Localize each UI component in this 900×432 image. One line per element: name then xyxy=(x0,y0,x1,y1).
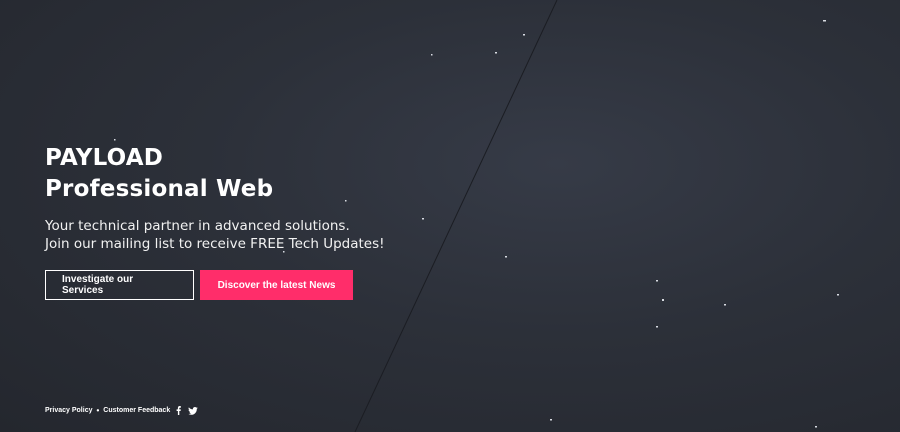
privacy-policy-link[interactable]: Privacy Policy xyxy=(45,407,92,414)
hero-subtitle-line1: Your technical partner in advanced solut… xyxy=(45,218,350,234)
hero-title: PAYLOAD Professional Web xyxy=(45,143,465,205)
twitter-icon[interactable] xyxy=(188,406,199,415)
footer-separator: • xyxy=(96,406,100,415)
footer: Privacy Policy • Customer Feedback xyxy=(45,406,199,415)
investigate-services-button[interactable]: Investigate our Services xyxy=(45,270,194,300)
hero-title-brand: PAYLOAD xyxy=(45,145,164,171)
hero-actions: Investigate our Services Discover the la… xyxy=(45,270,465,300)
hero-subtitle: Your technical partner in advanced solut… xyxy=(45,217,465,253)
facebook-icon[interactable] xyxy=(176,406,182,415)
hero-subtitle-line2: Join our mailing list to receive FREE Te… xyxy=(45,236,385,252)
hero-section: PAYLOAD Professional Web Your technical … xyxy=(45,143,465,300)
customer-feedback-link[interactable]: Customer Feedback xyxy=(103,407,170,414)
discover-news-button[interactable]: Discover the latest News xyxy=(200,270,353,300)
social-links xyxy=(176,406,199,415)
hero-title-tagline: Professional Web xyxy=(45,176,274,202)
